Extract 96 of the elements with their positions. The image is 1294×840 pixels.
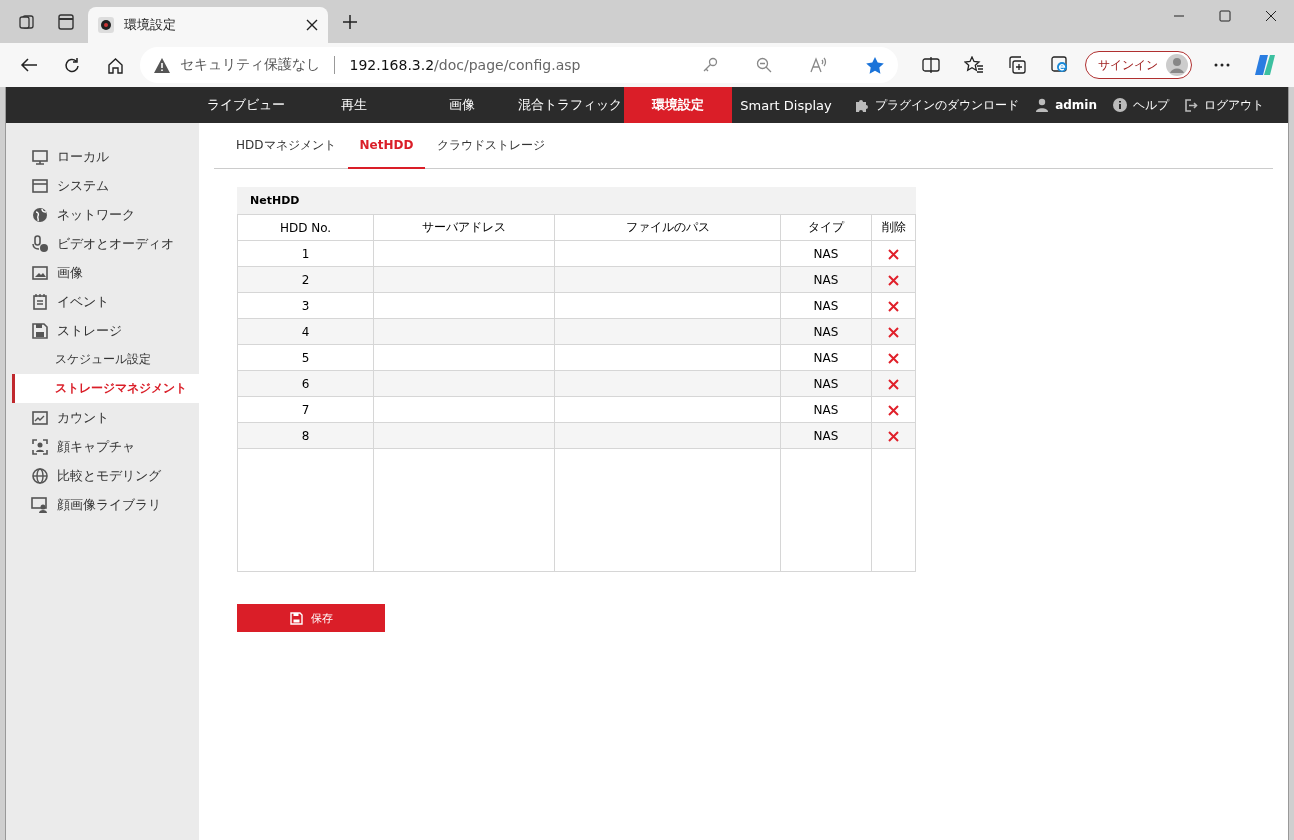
table-cell: NAS xyxy=(780,292,872,319)
delete-icon[interactable] xyxy=(888,352,899,364)
calendar-icon xyxy=(31,292,49,311)
image-icon xyxy=(31,263,49,282)
sidebar-item[interactable]: ローカル xyxy=(6,142,199,171)
save-button[interactable]: 保存 xyxy=(237,604,385,632)
sidebar-item[interactable]: イベント xyxy=(6,287,199,316)
table-cell: NAS xyxy=(780,344,872,371)
sidebar-item[interactable]: カウント xyxy=(6,403,199,432)
table-title: NetHDD xyxy=(250,194,300,207)
table-cell: NAS xyxy=(780,396,872,423)
delete-icon[interactable] xyxy=(888,430,899,442)
column-header: タイプ xyxy=(780,214,872,241)
column-header: サーバアドレス xyxy=(373,214,555,241)
delete-icon[interactable] xyxy=(888,326,899,338)
nav-link[interactable]: プラグインのダウンロード xyxy=(875,96,1020,114)
delete-icon[interactable] xyxy=(888,404,899,416)
sidebar-item[interactable]: ビデオとオーディオ xyxy=(6,229,199,258)
username-label: admin xyxy=(1055,98,1097,112)
face-frame-icon xyxy=(31,437,49,456)
close-icon[interactable] xyxy=(306,19,318,31)
sign-in-button[interactable]: サインイン xyxy=(1085,51,1193,79)
nav-tab[interactable]: 再生 xyxy=(300,87,408,123)
sidebar-item[interactable]: ネットワーク xyxy=(6,200,199,229)
sidebar-item[interactable]: 顔キャプチャ xyxy=(6,432,199,461)
nav-link[interactable]: ログアウト xyxy=(1204,96,1264,114)
sidebar-item[interactable]: 画像 xyxy=(6,258,199,287)
tab-actions-icon[interactable] xyxy=(57,13,75,31)
chart-icon xyxy=(31,408,49,427)
zoom-out-icon[interactable] xyxy=(756,57,772,73)
refresh-icon[interactable] xyxy=(63,56,81,74)
nav-tab[interactable]: 画像 xyxy=(408,87,516,123)
warning-icon xyxy=(154,57,171,73)
table-cell: 4 xyxy=(237,318,374,345)
delete-icon[interactable] xyxy=(888,274,899,286)
favorites-icon[interactable] xyxy=(964,56,985,74)
browser-tab[interactable]: 環境設定 xyxy=(88,7,328,43)
logout-icon xyxy=(1185,98,1198,112)
delete-icon[interactable] xyxy=(888,248,899,260)
sidebar-item[interactable]: システム xyxy=(6,171,199,200)
table-cell: 6 xyxy=(237,370,374,397)
delete-icon[interactable] xyxy=(888,378,899,390)
tab[interactable]: HDDマネジメント xyxy=(224,123,348,169)
home-icon[interactable] xyxy=(106,56,124,74)
key-icon[interactable] xyxy=(702,57,718,73)
table-cell: NAS xyxy=(780,370,872,397)
star-icon[interactable] xyxy=(866,56,884,74)
table-cell: 8 xyxy=(237,422,374,449)
avatar-icon xyxy=(1166,54,1189,76)
ie-mode-icon[interactable] xyxy=(1050,56,1069,74)
camera-icon xyxy=(98,17,114,33)
delete-icon[interactable] xyxy=(888,300,899,312)
table-cell: 7 xyxy=(237,396,374,423)
table-cell: NAS xyxy=(780,318,872,345)
sidebar-subitem[interactable]: ストレージマネジメント xyxy=(12,374,199,403)
new-tab-icon[interactable] xyxy=(342,14,358,30)
globe-icon xyxy=(31,205,49,224)
workspaces-icon[interactable] xyxy=(17,13,35,31)
sidebar-item[interactable]: 比較とモデリング xyxy=(6,461,199,490)
monitor-icon xyxy=(31,147,49,166)
table-cell: NAS xyxy=(780,266,872,293)
table-cell: 5 xyxy=(237,344,374,371)
collections-icon[interactable] xyxy=(1008,56,1027,74)
info-icon xyxy=(1113,98,1127,112)
table-cell: 1 xyxy=(237,240,374,267)
table-cell: NAS xyxy=(780,422,872,449)
split-screen-icon[interactable] xyxy=(922,57,941,73)
back-icon[interactable] xyxy=(20,57,39,73)
microphone-icon xyxy=(31,234,49,253)
table-cell: NAS xyxy=(780,240,872,267)
table-cell: 3 xyxy=(237,292,374,319)
globe-icon xyxy=(31,466,49,485)
more-icon[interactable] xyxy=(1213,63,1230,67)
puzzle-icon xyxy=(855,98,870,112)
address-bar[interactable]: セキュリティ保護なし 192.168.3.2/doc/page/config.asp xyxy=(140,47,898,83)
copilot-icon[interactable] xyxy=(1252,54,1277,76)
column-header: 削除 xyxy=(871,214,916,241)
security-label: セキュリティ保護なし xyxy=(180,56,321,74)
nav-tab[interactable]: 混合トラフィック xyxy=(516,87,624,123)
user-icon xyxy=(1035,98,1050,112)
sidebar-item[interactable]: 顔画像ライブラリ xyxy=(6,490,199,519)
table-cell: 2 xyxy=(237,266,374,293)
column-header: HDD No. xyxy=(237,214,374,241)
url-text: 192.168.3.2/doc/page/config.asp xyxy=(349,57,582,73)
window-icon xyxy=(31,176,49,195)
nav-tab[interactable]: ライブビュー xyxy=(192,87,300,123)
nav-link[interactable]: ヘルプ xyxy=(1133,96,1169,114)
nav-tab[interactable]: Smart Display xyxy=(732,87,840,123)
person-monitor-icon xyxy=(31,495,49,514)
column-header: ファイルのパス xyxy=(554,214,781,241)
nav-tab[interactable]: 環境設定 xyxy=(624,87,732,123)
tab[interactable]: NetHDD xyxy=(347,123,426,169)
read-aloud-icon[interactable] xyxy=(810,57,828,73)
sidebar-subitem[interactable]: スケジュール設定 xyxy=(12,345,199,374)
sidebar-item[interactable]: ストレージ xyxy=(6,316,199,345)
tab[interactable]: クラウドストレージ xyxy=(425,123,558,169)
